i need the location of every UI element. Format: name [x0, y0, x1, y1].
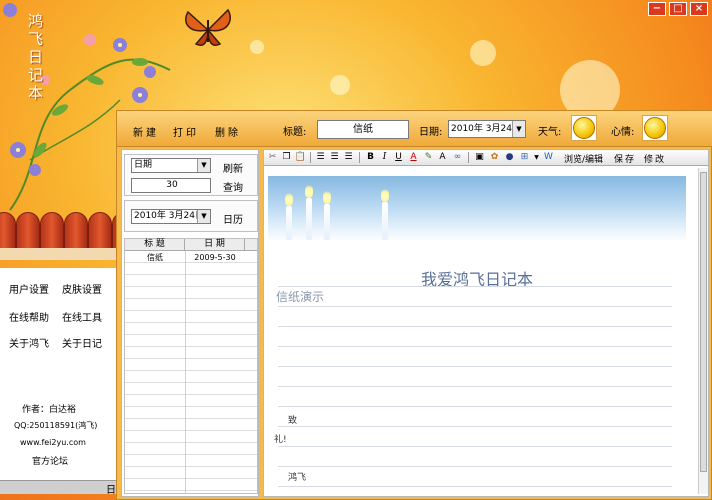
- calendar-date-value: 2010年 3月24日: [134, 211, 204, 221]
- date-label: 日期:: [419, 127, 443, 138]
- status-strip: 日: [0, 480, 118, 496]
- title-input[interactable]: 信纸: [317, 120, 409, 139]
- calendar-date-picker[interactable]: 2010年 3月24日 ▼: [131, 209, 211, 224]
- sidebar-item-online-help[interactable]: 在线帮助: [9, 309, 49, 324]
- query-button[interactable]: 查询: [223, 179, 243, 194]
- search-panel: 日期 ▼ 刷新 30 查询 2010年 3月24日 ▼ 日历 标 题 日 期 信…: [121, 149, 259, 497]
- save-button[interactable]: 保存: [614, 152, 636, 165]
- date-picker[interactable]: 2010年 3月24日 ▼: [448, 120, 526, 138]
- new-button[interactable]: 新建: [133, 124, 159, 139]
- title-label: 标题:: [283, 127, 307, 138]
- maximize-button[interactable]: □: [669, 2, 687, 16]
- minimize-button[interactable]: −: [648, 2, 666, 16]
- query-value-input[interactable]: 30: [131, 178, 211, 193]
- align-center-icon[interactable]: ☰: [328, 151, 341, 164]
- refresh-button[interactable]: 刷新: [223, 160, 243, 175]
- candle-header-image: [268, 176, 686, 242]
- diary-list: 标 题 日 期 信纸 2009-5-30: [124, 238, 258, 494]
- highlight-icon[interactable]: ✎: [422, 151, 435, 164]
- paste-icon[interactable]: 📋: [294, 151, 307, 164]
- delete-button[interactable]: 删除: [215, 124, 241, 139]
- filter-box: 日期 ▼ 刷新 30 查询: [124, 154, 258, 196]
- regards-text: 礼!: [274, 435, 287, 445]
- website-link[interactable]: www.fei2yu.com: [20, 438, 86, 447]
- font-color-button[interactable]: A: [407, 151, 420, 164]
- roof-tiles-decoration: [0, 212, 118, 264]
- field-select[interactable]: 日期 ▼: [131, 158, 211, 173]
- chevron-down-icon[interactable]: ▼: [197, 210, 210, 223]
- print-button[interactable]: 打印: [173, 124, 199, 139]
- butterfly-decoration: [185, 8, 231, 46]
- column-header-title[interactable]: 标 题: [125, 239, 185, 250]
- font-size-button[interactable]: A: [436, 151, 449, 164]
- scrollbar-thumb[interactable]: [700, 172, 707, 472]
- signature-text: 鸿飞: [288, 473, 307, 483]
- bold-button[interactable]: B: [364, 151, 377, 164]
- editor-toolbar: ✂ ❐ 📋 ☰ ☰ ☰ B I U A ✎ A ∞ ▣ ✿ ● ⊞ ▼ W 浏览…: [264, 150, 708, 166]
- italic-button[interactable]: I: [378, 151, 391, 164]
- image-icon[interactable]: ▣: [473, 151, 486, 164]
- mood-picker[interactable]: [642, 115, 668, 141]
- smiley-face-icon: [644, 117, 666, 139]
- clip-art-icon[interactable]: ✿: [488, 151, 501, 164]
- sidebar-item-online-tools[interactable]: 在线工具: [62, 309, 102, 324]
- weather-label: 天气:: [538, 127, 562, 138]
- editor-panel: ✂ ❐ 📋 ☰ ☰ ☰ B I U A ✎ A ∞ ▣ ✿ ● ⊞ ▼ W 浏览…: [263, 149, 709, 497]
- top-toolbar: 新建 打印 删除 标题: 信纸 日期: 2010年 3月24日 ▼ 天气: 心情…: [117, 111, 712, 147]
- calendar-button[interactable]: 日历: [223, 211, 243, 226]
- weather-picker[interactable]: [571, 115, 597, 141]
- letter-demo-text: 信纸演示: [276, 290, 325, 304]
- word-icon[interactable]: W: [542, 151, 555, 164]
- ball-icon[interactable]: ●: [503, 151, 516, 164]
- vertical-scrollbar[interactable]: [698, 168, 708, 494]
- letter-paper[interactable]: 我爱鸿飞日记本 信纸演示 致 礼! 鸿飞: [268, 168, 700, 494]
- app-title: 鸿飞日记本: [28, 12, 44, 102]
- link-icon[interactable]: ∞: [451, 151, 464, 164]
- window-controls: − □ ×: [648, 2, 708, 16]
- table-row[interactable]: 信纸 2009-5-30: [125, 252, 257, 263]
- main-window: 新建 打印 删除 标题: 信纸 日期: 2010年 3月24日 ▼ 天气: 心情…: [116, 110, 712, 500]
- sidebar: 用户设置 皮肤设置 在线帮助 在线工具 关于鸿飞 关于日记 作者：白达裕 QQ:…: [0, 268, 118, 480]
- copy-icon[interactable]: ❐: [280, 151, 293, 164]
- align-left-icon[interactable]: ☰: [314, 151, 327, 164]
- list-header: 标 题 日 期: [125, 239, 257, 251]
- browse-edit-button[interactable]: 浏览/编辑: [564, 152, 603, 165]
- qq-contact: QQ:250118591(鸿飞): [14, 421, 98, 430]
- forum-link[interactable]: 官方论坛: [32, 454, 68, 467]
- align-right-icon[interactable]: ☰: [342, 151, 355, 164]
- author-credit: 作者：白达裕: [22, 405, 77, 415]
- chevron-down-icon[interactable]: ▼: [197, 159, 210, 172]
- mood-label: 心情:: [611, 127, 635, 138]
- chevron-down-icon[interactable]: ▼: [512, 121, 525, 137]
- status-text: 日: [106, 485, 116, 496]
- sun-icon: [573, 117, 595, 139]
- light-flare: [250, 40, 264, 54]
- close-button[interactable]: ×: [690, 2, 708, 16]
- sidebar-item-about-hongfei[interactable]: 关于鸿飞: [9, 335, 49, 350]
- sidebar-item-user-settings[interactable]: 用户设置: [9, 281, 49, 296]
- sidebar-item-about-diary[interactable]: 关于日记: [62, 335, 102, 350]
- light-flare: [330, 75, 350, 95]
- salute-text: 致: [288, 416, 298, 426]
- row-date: 2009-5-30: [194, 253, 236, 262]
- sidebar-item-skin-settings[interactable]: 皮肤设置: [62, 281, 102, 296]
- calendar-box: 2010年 3月24日 ▼ 日历: [124, 200, 258, 232]
- underline-button[interactable]: U: [392, 151, 405, 164]
- modify-button[interactable]: 修改: [644, 152, 666, 165]
- row-title: 信纸: [147, 253, 163, 262]
- cut-icon[interactable]: ✂: [266, 151, 279, 164]
- field-select-value: 日期: [134, 160, 153, 170]
- column-header-date[interactable]: 日 期: [185, 239, 245, 250]
- light-flare: [470, 40, 496, 66]
- date-value: 2010年 3月24日: [451, 124, 521, 134]
